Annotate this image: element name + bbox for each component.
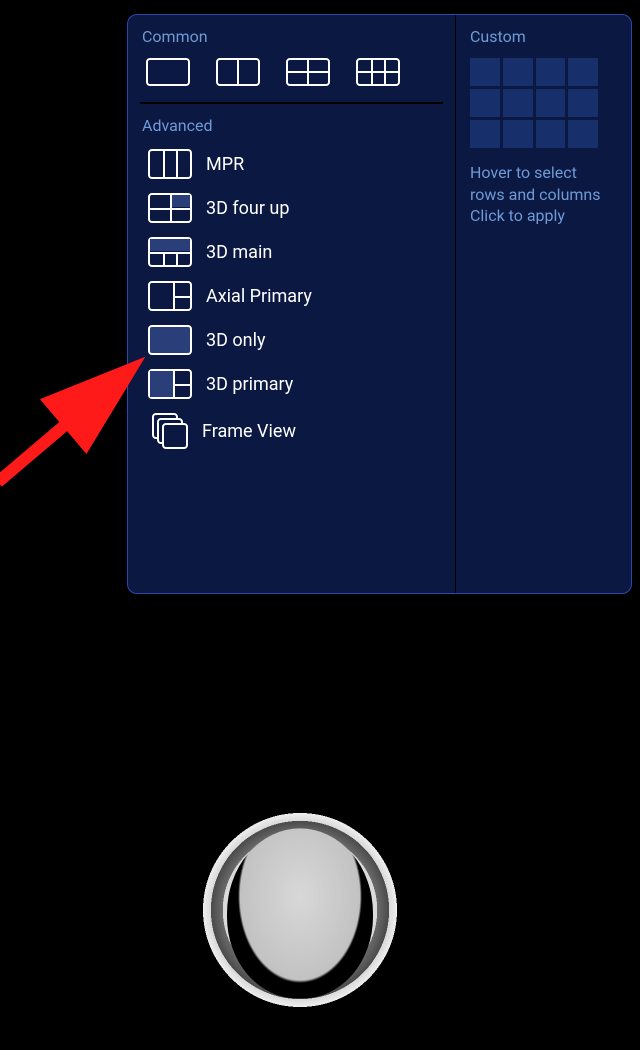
advanced-layout-list: MPR 3D four up 3D main bbox=[142, 149, 441, 449]
axial-icon bbox=[148, 281, 192, 311]
common-section-title: Common bbox=[142, 27, 441, 46]
custom-help-line1: Hover to select bbox=[470, 163, 577, 182]
layout-axial-primary[interactable]: Axial Primary bbox=[142, 281, 441, 311]
four-up-icon bbox=[148, 193, 192, 223]
common-layout-row bbox=[146, 58, 441, 86]
main-icon bbox=[148, 237, 192, 267]
layout-2x3-icon[interactable] bbox=[356, 58, 400, 86]
custom-section-title: Custom bbox=[470, 27, 617, 46]
custom-grid-picker[interactable] bbox=[470, 58, 598, 148]
layout-3d-primary[interactable]: 3D primary bbox=[142, 369, 441, 399]
four-up-label: 3D four up bbox=[206, 198, 289, 219]
main-label: 3D main bbox=[206, 242, 272, 263]
frame-view-icon bbox=[152, 413, 188, 449]
layout-3d-main[interactable]: 3D main bbox=[142, 237, 441, 267]
custom-help-text: Hover to select rows and columns Click t… bbox=[470, 162, 617, 227]
only-icon bbox=[148, 325, 192, 355]
section-divider bbox=[140, 102, 443, 104]
layout-3d-four-up[interactable]: 3D four up bbox=[142, 193, 441, 223]
axial-label: Axial Primary bbox=[206, 286, 312, 307]
frame-label: Frame View bbox=[202, 421, 296, 442]
layout-picker-panel: Common Advanced MPR 3D four up bbox=[127, 14, 632, 594]
layout-left-column: Common Advanced MPR 3D four up bbox=[128, 15, 455, 593]
layout-right-column: Custom Hover to select rows and columns … bbox=[455, 15, 631, 593]
mpr-label: MPR bbox=[206, 154, 244, 175]
custom-help-line3: Click to apply bbox=[470, 206, 565, 225]
ct-scan-image bbox=[160, 770, 440, 1050]
only-label: 3D only bbox=[206, 330, 266, 351]
custom-help-line2: rows and columns bbox=[470, 185, 601, 204]
layout-1x1-icon[interactable] bbox=[146, 58, 190, 86]
layout-frame-view[interactable]: Frame View bbox=[142, 413, 441, 449]
layout-mpr[interactable]: MPR bbox=[142, 149, 441, 179]
primary-icon bbox=[148, 369, 192, 399]
layout-2x2-icon[interactable] bbox=[286, 58, 330, 86]
layout-1x2-icon[interactable] bbox=[216, 58, 260, 86]
primary-label: 3D primary bbox=[206, 374, 293, 395]
layout-3d-only[interactable]: 3D only bbox=[142, 325, 441, 355]
mpr-icon bbox=[148, 149, 192, 179]
advanced-section-title: Advanced bbox=[142, 116, 441, 135]
